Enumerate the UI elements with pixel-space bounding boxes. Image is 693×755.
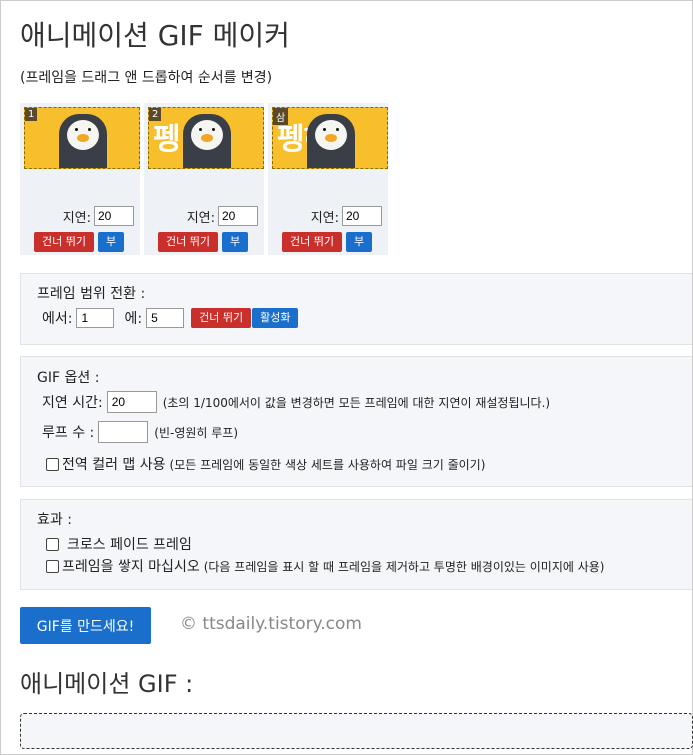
penguin-eye bbox=[212, 128, 215, 131]
penguin-eye bbox=[323, 128, 326, 131]
no-stack-checkbox[interactable] bbox=[46, 559, 59, 573]
no-stack-note: (다음 프레임을 표시 할 때 프레임을 제거하고 투명한 배경이있는 이미지에… bbox=[203, 559, 605, 574]
range-from-input[interactable] bbox=[76, 308, 115, 328]
gif-result-area bbox=[20, 713, 693, 749]
frame-card[interactable]: 2 펭 지연: 건너 뛰기 부 bbox=[144, 103, 264, 255]
penguin-eye bbox=[75, 128, 78, 131]
penguin-eye bbox=[199, 128, 202, 131]
frame-skip-button[interactable]: 건너 뛰기 bbox=[158, 232, 218, 252]
page-subtitle: (프레임을 드래그 앤 드롭하여 순서를 변경) bbox=[20, 70, 273, 86]
penguin-beak bbox=[325, 134, 337, 142]
frame-card[interactable]: 1 지연: 건너 뛰기 부 bbox=[20, 103, 140, 255]
range-to-label: 에: bbox=[124, 311, 143, 327]
page-title: 애니메이션 GIF 메이커 bbox=[20, 19, 290, 52]
frame-copy-button[interactable]: 부 bbox=[345, 232, 373, 252]
frame-delay-input[interactable] bbox=[342, 206, 382, 226]
frame-range-heading: 프레임 범위 전환 : bbox=[37, 286, 146, 302]
penguin-eye bbox=[336, 128, 339, 131]
effects-heading: 효과 : bbox=[37, 512, 72, 528]
range-from-label: 에서: bbox=[42, 311, 73, 327]
frame-card[interactable]: 삼 펭하 지연: 건너 뛰기 부 bbox=[268, 103, 388, 255]
frame-skip-button[interactable]: 건너 뛰기 bbox=[34, 232, 94, 252]
loop-count-label: 루프 수 : bbox=[42, 425, 95, 441]
range-skip-button[interactable]: 건너 뛰기 bbox=[191, 308, 252, 328]
make-gif-button[interactable]: GIF를 만드세요! bbox=[20, 607, 151, 644]
no-stack-label: 프레임을 쌓지 마십시오 bbox=[62, 559, 200, 575]
gif-delay-note: (초의 1/100에서이 값을 변경하면 모든 프레임에 대한 지연이 재설정됩… bbox=[162, 395, 551, 410]
frame-delay-label: 지연: bbox=[310, 210, 339, 226]
frame-range-panel: 프레임 범위 전환 : 에서: 에: 건너 뛰기 활성화 bbox=[20, 273, 692, 345]
frame-number-badge: 삼 bbox=[273, 108, 289, 125]
result-title: 애니메이션 GIF : bbox=[20, 670, 194, 698]
frame-number-badge: 2 bbox=[149, 108, 162, 121]
range-to-input[interactable] bbox=[146, 308, 185, 328]
crossfade-checkbox[interactable] bbox=[46, 537, 59, 551]
frame-thumbnail[interactable]: 삼 펭하 bbox=[272, 107, 388, 169]
frame-list: 1 지연: 건너 뛰기 부 2 펭 지연: bbox=[20, 103, 388, 255]
frame-delay-row: 지연: bbox=[63, 206, 134, 226]
crossfade-label: 크로스 페이드 프레임 bbox=[67, 537, 192, 553]
frame-delay-input[interactable] bbox=[218, 206, 258, 226]
loop-count-note: (빈-영원히 루프) bbox=[154, 425, 239, 440]
penguin-eye bbox=[88, 128, 91, 131]
global-palette-label: 전역 컬러 맵 사용 bbox=[62, 457, 166, 473]
penguin-beak bbox=[201, 134, 213, 142]
effects-panel: 효과 : 크로스 페이드 프레임 프레임을 쌓지 마십시오 (다음 프레임을 표… bbox=[20, 499, 692, 590]
global-palette-checkbox[interactable] bbox=[46, 457, 59, 471]
frame-number-badge: 1 bbox=[25, 108, 38, 121]
watermark-text: © ttsdaily.tistory.com bbox=[180, 614, 362, 634]
frame-skip-button[interactable]: 건너 뛰기 bbox=[282, 232, 342, 252]
gif-options-panel: GIF 옵션 : 지연 시간: (초의 1/100에서이 값을 변경하면 모든 … bbox=[20, 356, 692, 487]
frame-thumbnail[interactable]: 1 bbox=[24, 107, 140, 169]
global-palette-note: (모든 프레임에 동일한 색상 세트를 사용하여 파일 크기 줄이기) bbox=[169, 457, 486, 472]
frame-thumbnail[interactable]: 2 펭 bbox=[148, 107, 264, 169]
frame-delay-label: 지연: bbox=[186, 210, 215, 226]
gif-delay-label: 지연 시간: bbox=[42, 395, 103, 411]
penguin-beak bbox=[77, 134, 89, 142]
range-enable-button[interactable]: 활성화 bbox=[252, 308, 299, 328]
gif-delay-input[interactable] bbox=[106, 391, 157, 413]
frame-copy-button[interactable]: 부 bbox=[97, 232, 125, 252]
frame-delay-row: 지연: bbox=[311, 206, 382, 226]
frame-delay-input[interactable] bbox=[94, 206, 134, 226]
frame-delay-label: 지연: bbox=[62, 210, 91, 226]
loop-count-input[interactable] bbox=[98, 421, 149, 443]
frame-delay-row: 지연: bbox=[187, 206, 258, 226]
frame-copy-button[interactable]: 부 bbox=[221, 232, 249, 252]
gif-options-heading: GIF 옵션 : bbox=[37, 370, 100, 386]
